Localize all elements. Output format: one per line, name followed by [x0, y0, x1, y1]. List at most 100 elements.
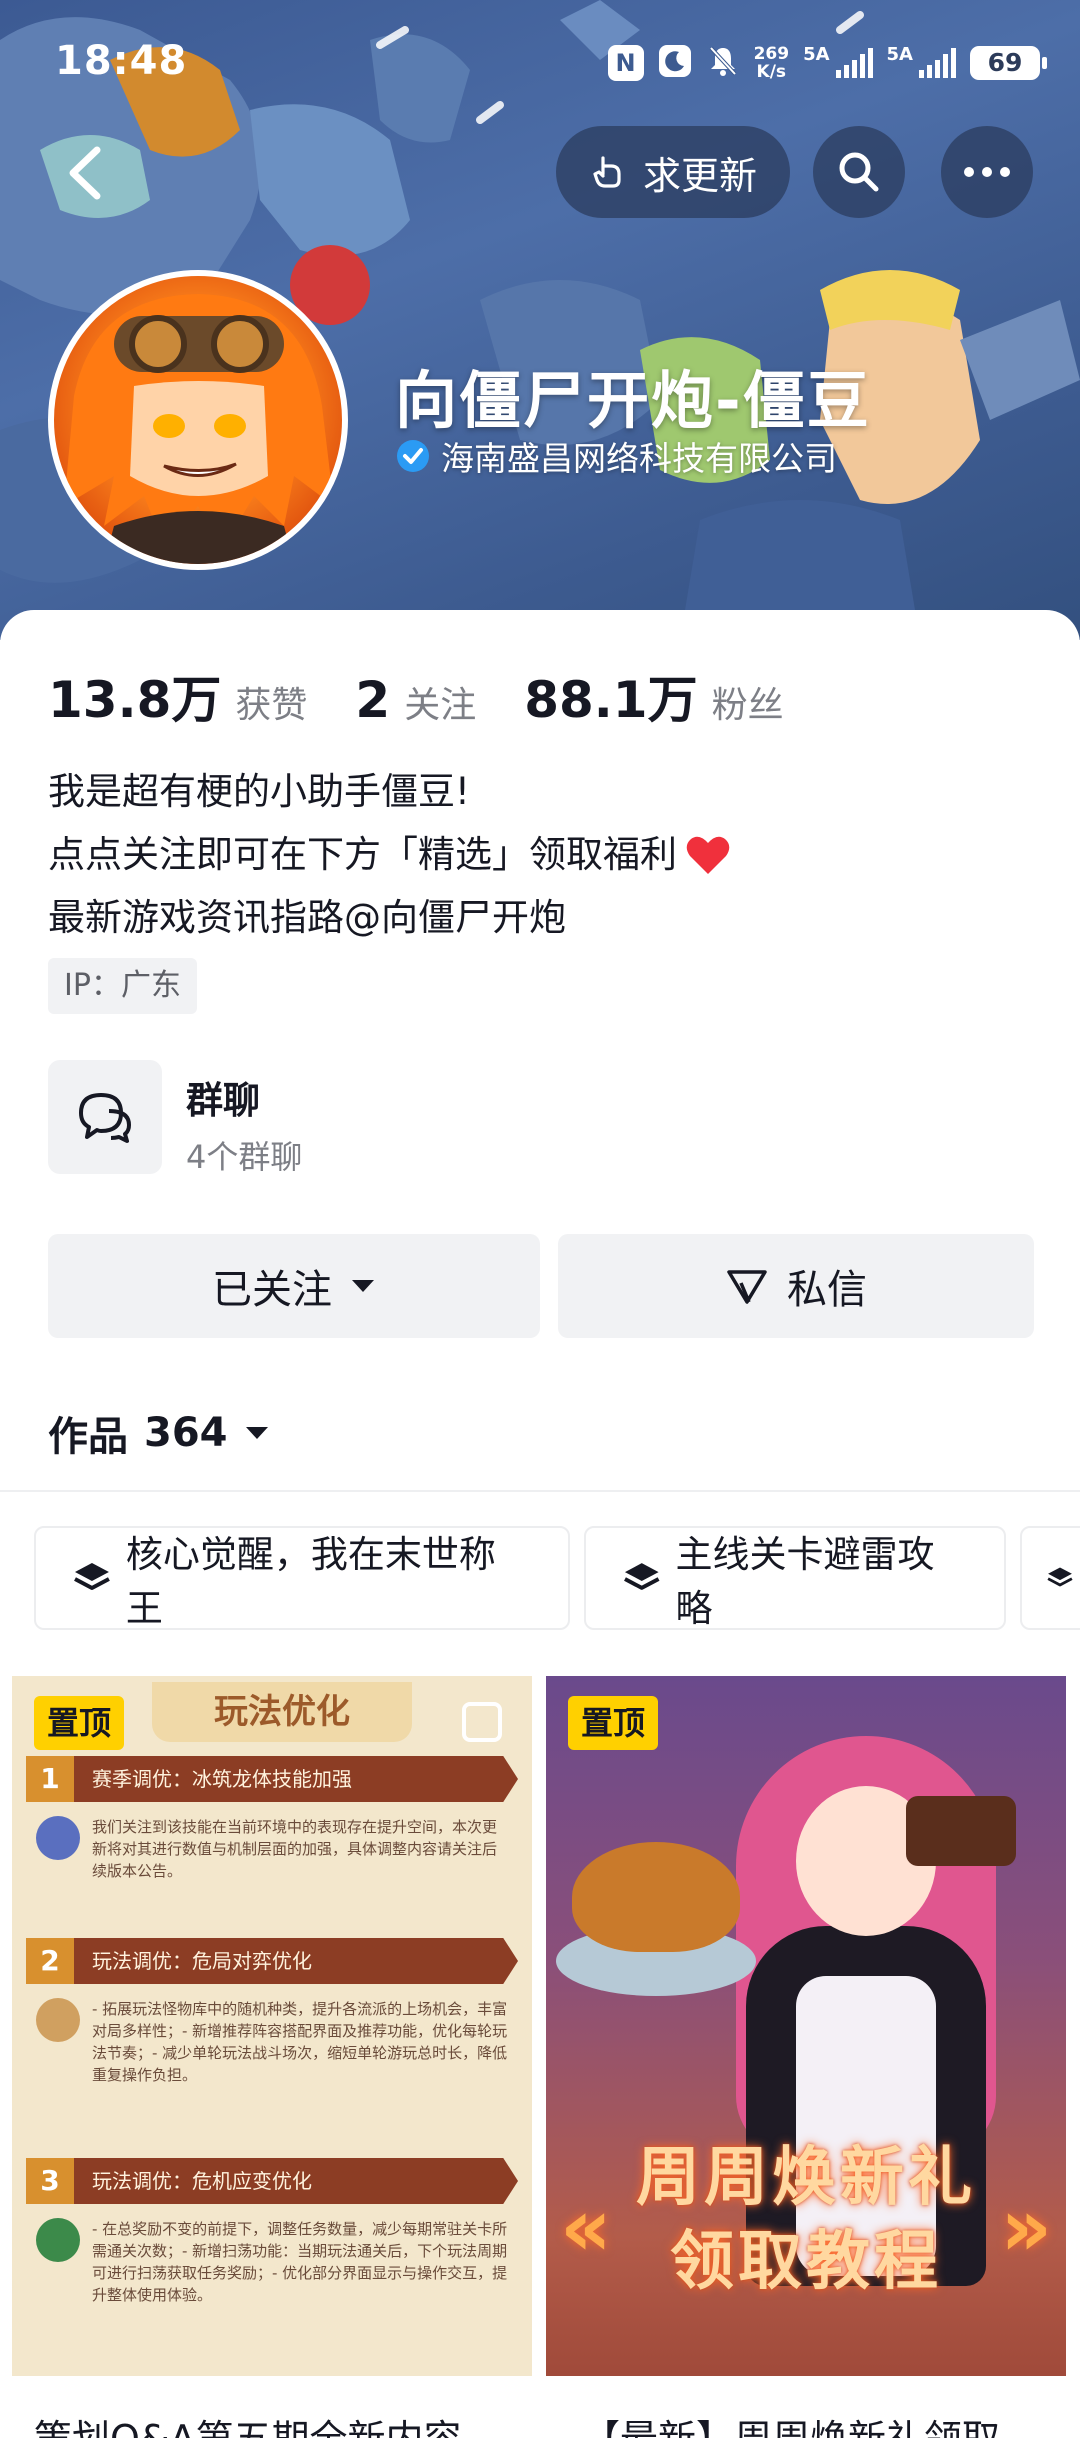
layers-icon — [1047, 1567, 1073, 1587]
poster-section-text: 我们关注到该技能在当前环境中的表现存在提升空间，本次更新将对其进行数值与机制层面… — [92, 1818, 498, 1880]
bio: 我是超有梗的小助手僵豆! 点点关注即可在下方「精选」领取福利 最新游戏资讯指路@… — [48, 760, 731, 949]
sim2-type: 5A — [886, 44, 913, 65]
group-chat-count: 4个群聊 — [186, 1138, 303, 1176]
collection-label-1: 核心觉醒，我在末世称王 — [125, 1533, 496, 1630]
skill-icon — [36, 2218, 80, 2262]
status-bar: 18:48 N 269 K/s 5A 5A 69 — [0, 0, 1080, 130]
poster-section-heading-text: 玩法调优：危机应变优化 — [92, 2169, 312, 2193]
chevron-left-icon — [69, 146, 101, 200]
profile-name: 向僵尸开炮-僵豆 — [395, 364, 871, 437]
poster-section-body: 我们关注到该技能在当前环境中的表现存在提升空间，本次更新将对其进行数值与机制层面… — [26, 1802, 518, 1882]
works-count: 364 — [144, 1410, 228, 1456]
poster-section-body: - 拓展玩法怪物库中的随机种类，提升各流派的上场机会，丰富对局多样性；- 新增推… — [26, 1984, 518, 2086]
pinned-badge: 置顶 — [568, 1696, 658, 1750]
bio-line-3[interactable]: 最新游戏资讯指路@向僵尸开炮 — [48, 886, 731, 949]
bio-line-1: 我是超有梗的小助手僵豆! — [48, 770, 470, 813]
bio-line-2: 点点关注即可在下方「精选」领取福利 — [48, 823, 731, 886]
skill-icon — [36, 1998, 80, 2042]
verified-badge-icon — [397, 440, 429, 472]
post-thumbnail-2[interactable]: « » 周周焕新礼 领取教程 置顶 — [546, 1676, 1066, 2376]
poster-section-heading: 2 玩法调优：危局对弈优化 — [26, 1938, 518, 1984]
poster-section-number: 1 — [26, 1756, 74, 1802]
skill-icon — [36, 1816, 80, 1860]
poster-section-text: - 拓展玩法怪物库中的随机种类，提升各流派的上场机会，丰富对局多样性；- 新增推… — [92, 2000, 508, 2084]
status-icons: N 269 K/s 5A 5A 69 — [607, 44, 1047, 82]
section-divider — [0, 1490, 1080, 1492]
profile-banner: 18:48 N 269 K/s 5A 5A 69 求更新 向僵尸开炮-僵豆 海南… — [0, 0, 1080, 640]
poster-section-number: 3 — [26, 2158, 74, 2204]
collection-label-2: 主线关卡避雷攻略 — [675, 1533, 935, 1630]
caret-down-icon — [245, 1427, 268, 1439]
back-button[interactable] — [55, 138, 115, 208]
roast-turkey — [572, 1842, 740, 1952]
request-update-button[interactable]: 求更新 — [556, 126, 790, 218]
sim1-type: 5A — [803, 44, 830, 65]
mute-bell-icon — [706, 44, 740, 82]
pinned-badge: 置顶 — [34, 1696, 124, 1750]
likes-count[interactable]: 13.8万 — [48, 660, 221, 732]
likes-label[interactable]: 获赞 — [235, 676, 307, 728]
poster-headline-line-2: 领取教程 — [670, 2225, 942, 2299]
works-label: 作品 — [48, 1414, 128, 1460]
poster-section-body: - 在总奖励不变的前提下，调整任务数量，减少每期常驻关卡所需通关次数；- 新增扫… — [26, 2204, 518, 2306]
hand-pointer-icon — [593, 156, 621, 188]
poster-section-1: 1 赛季调优：冰筑龙体技能加强 我们关注到该技能在当前环境中的表现存在提升空间，… — [26, 1756, 518, 1882]
post-thumbnail-1[interactable]: 玩法优化 1 赛季调优：冰筑龙体技能加强 我们关注到该技能在当前环境中的表现存在… — [12, 1676, 532, 2376]
poster-section-heading: 1 赛季调优：冰筑龙体技能加强 — [26, 1756, 518, 1802]
poster-section-number: 2 — [26, 1938, 74, 1984]
following-count[interactable]: 2 — [355, 671, 390, 729]
verified-org: 海南盛昌网络科技有限公司 — [395, 432, 837, 480]
network-speed-unit: K/s — [756, 62, 787, 82]
network-speed: 269 K/s — [754, 45, 790, 81]
search-button[interactable] — [813, 126, 905, 218]
works-tab[interactable]: 作品 364 — [48, 1404, 270, 1462]
following-label[interactable]: 关注 — [404, 676, 476, 728]
battery-icon: 69 — [970, 46, 1047, 80]
collections-row: 核心觉醒，我在末世称王 主线关卡避雷攻略 — [34, 1526, 1080, 1632]
verified-org-name: 海南盛昌网络科技有限公司 — [441, 439, 837, 478]
poster-section-heading-text: 玩法调优：危局对弈优化 — [92, 1949, 312, 1973]
collection-chip-3[interactable] — [1020, 1526, 1080, 1630]
profile-content: 13.8万 获赞 2 关注 88.1万 粉丝 我是超有梗的小助手僵豆! 点点关注… — [0, 610, 1080, 2438]
poster-section-2: 2 玩法调优：危局对弈优化 - 拓展玩法怪物库中的随机种类，提升各流派的上场机会… — [26, 1938, 518, 2086]
request-update-label: 求更新 — [642, 153, 757, 198]
poster-section-heading-text: 赛季调优：冰筑龙体技能加强 — [92, 1767, 352, 1791]
poster-section-3: 3 玩法调优：危机应变优化 - 在总奖励不变的前提下，调整任务数量，减少每期常驻… — [26, 2158, 518, 2306]
poster-headline: 周周焕新礼 领取教程 — [546, 2136, 1066, 2304]
more-dots-icon — [964, 167, 1010, 177]
avatar[interactable] — [48, 270, 348, 570]
status-time: 18:48 — [55, 38, 188, 84]
search-icon — [839, 152, 879, 192]
poster-title: 玩法优化 — [152, 1682, 412, 1742]
more-button[interactable] — [941, 126, 1033, 218]
message-button[interactable]: 私信 — [558, 1234, 1034, 1338]
poster-section-text: - 在总奖励不变的前提下，调整任务数量，减少每期常驻关卡所需通关次数；- 新增扫… — [92, 2220, 508, 2304]
works-grid: 玩法优化 1 赛季调优：冰筑龙体技能加强 我们关注到该技能在当前环境中的表现存在… — [12, 1676, 1068, 2438]
checkbox-icon — [462, 1702, 502, 1742]
message-label: 私信 — [787, 1267, 867, 1313]
layers-icon — [624, 1563, 660, 1590]
group-chat-icon — [48, 1060, 162, 1174]
poster-section-heading: 3 玩法调优：危机应变优化 — [26, 2158, 518, 2204]
signal-2-icon — [919, 48, 956, 78]
network-speed-value: 269 — [753, 44, 790, 64]
followed-label: 已关注 — [212, 1267, 332, 1313]
layers-icon — [74, 1563, 110, 1590]
cake — [906, 1796, 1016, 1866]
avatar-character-art — [64, 294, 334, 564]
signal-1-icon — [835, 48, 873, 78]
red-heart-icon — [686, 836, 730, 874]
post-caption-1[interactable]: 策划Q&A第五期全新内容 — [34, 2408, 514, 2438]
collection-chip-2[interactable]: 主线关卡避雷攻略 — [584, 1526, 1006, 1630]
ip-location-tag: IP：广东 — [48, 958, 197, 1014]
followed-button[interactable]: 已关注 — [48, 1234, 540, 1338]
collection-chip-1[interactable]: 核心觉醒，我在末世称王 — [34, 1526, 570, 1630]
nfc-icon: N — [607, 45, 644, 81]
group-chat-entry[interactable]: 群聊 4个群聊 — [48, 1060, 648, 1178]
followers-label[interactable]: 粉丝 — [712, 676, 784, 728]
post-caption-2[interactable]: 【最新】周周焕新礼领取 — [582, 2408, 1062, 2438]
poster-headline-line-1: 周周焕新礼 — [636, 2141, 976, 2215]
followers-count[interactable]: 88.1万 — [524, 660, 697, 732]
caret-down-icon — [352, 1280, 374, 1292]
dnd-moon-icon — [658, 44, 692, 82]
